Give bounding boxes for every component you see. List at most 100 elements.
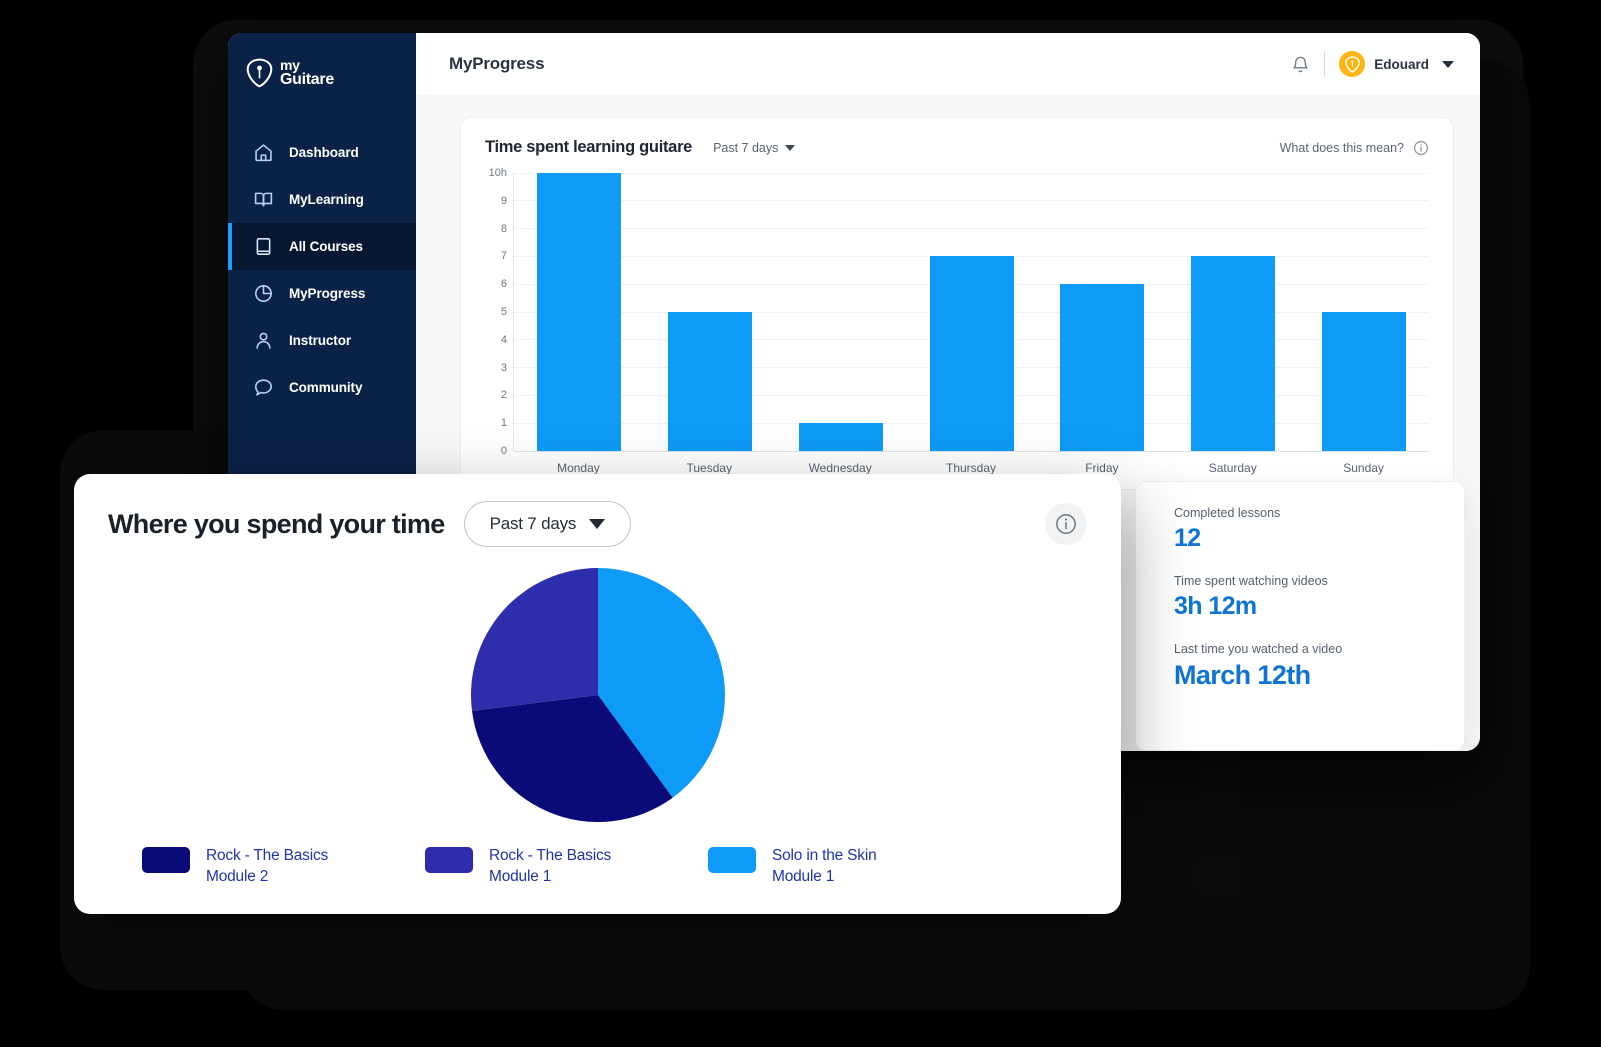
sidebar-item-instructor[interactable]: Instructor xyxy=(228,317,416,364)
bar[interactable] xyxy=(668,312,752,451)
range-selector[interactable]: Past 7 days xyxy=(713,141,795,155)
where-you-spend-time-modal: Where you spend your time Past 7 days Ro… xyxy=(74,474,1121,914)
stat-label: Time spent watching videos xyxy=(1174,574,1464,588)
x-axis-label: Thursday xyxy=(906,461,1037,475)
sidebar-item-label: Dashboard xyxy=(289,145,359,160)
brand-wordmark: my Guitare xyxy=(280,58,334,87)
user-name: Edouard xyxy=(1374,57,1429,72)
bar[interactable] xyxy=(1322,312,1406,451)
x-axis-label: Saturday xyxy=(1167,461,1298,475)
legend-item[interactable]: Rock - The BasicsModule 2 xyxy=(142,845,425,887)
bar-column[interactable] xyxy=(775,173,906,451)
y-axis-tick: 10h xyxy=(489,167,507,179)
x-axis-label: Friday xyxy=(1036,461,1167,475)
bar-column[interactable] xyxy=(906,173,1037,451)
card-title: Time spent learning guitare xyxy=(485,138,692,157)
plot-area xyxy=(513,173,1429,451)
card-header: Time spent learning guitare Past 7 days … xyxy=(485,138,1429,157)
range-selector[interactable]: Past 7 days xyxy=(464,501,632,547)
legend-item[interactable]: Solo in the SkinModule 1 xyxy=(708,845,991,887)
range-selector-label: Past 7 days xyxy=(713,141,778,155)
info-icon xyxy=(1413,140,1429,156)
legend-label: Rock - The BasicsModule 2 xyxy=(206,845,328,887)
sidebar-item-label: MyLearning xyxy=(289,192,364,207)
stat-label: Last time you watched a video xyxy=(1174,642,1464,656)
person-icon xyxy=(253,330,274,351)
time-spent-card: Time spent learning guitare Past 7 days … xyxy=(460,117,1454,490)
x-axis-label: Wednesday xyxy=(775,461,906,475)
avatar xyxy=(1339,51,1365,77)
sidebar-item-label: MyProgress xyxy=(289,286,365,301)
y-axis-tick: 7 xyxy=(501,250,507,262)
bar[interactable] xyxy=(537,173,621,451)
legend-course: Rock - The Basics xyxy=(489,847,611,864)
range-selector-label: Past 7 days xyxy=(490,514,577,534)
top-bar: MyProgress Edouard xyxy=(416,33,1480,95)
x-axis-label: Monday xyxy=(513,461,644,475)
bar[interactable] xyxy=(799,423,883,451)
stat-item: Completed lessons 12 xyxy=(1174,506,1464,553)
bar-column[interactable] xyxy=(645,173,776,451)
sidebar-item-community[interactable]: Community xyxy=(228,364,416,411)
brand-line-2: Guitare xyxy=(280,73,334,88)
x-axis: MondayTuesdayWednesdayThursdayFridaySatu… xyxy=(513,451,1429,475)
bell-icon[interactable] xyxy=(1291,54,1310,75)
user-menu[interactable]: Edouard xyxy=(1339,51,1454,77)
sidebar-item-myprogress[interactable]: MyProgress xyxy=(228,270,416,317)
guitar-pick-icon xyxy=(246,58,273,88)
legend-swatch xyxy=(425,847,473,873)
stat-label: Completed lessons xyxy=(1174,506,1464,520)
open-book-icon xyxy=(253,189,274,210)
y-axis-tick: 5 xyxy=(501,306,507,318)
legend-course: Rock - The Basics xyxy=(206,847,328,864)
y-axis-tick: 9 xyxy=(501,195,507,207)
stat-value: 3h 12m xyxy=(1174,592,1464,621)
y-axis-tick: 8 xyxy=(501,223,507,235)
sidebar-item-dashboard[interactable]: Dashboard xyxy=(228,129,416,176)
chat-bubble-icon xyxy=(253,377,274,398)
bar-column[interactable] xyxy=(1168,173,1299,451)
chevron-down-icon xyxy=(589,519,605,529)
sidebar-item-mylearning[interactable]: MyLearning xyxy=(228,176,416,223)
chevron-down-icon xyxy=(1442,61,1454,68)
info-button[interactable] xyxy=(1045,503,1087,545)
stat-value: 12 xyxy=(1174,524,1464,553)
pie-chart-icon xyxy=(253,283,274,304)
bar-column[interactable] xyxy=(514,173,645,451)
stat-item: Time spent watching videos 3h 12m xyxy=(1174,574,1464,621)
x-axis-label: Tuesday xyxy=(644,461,775,475)
y-axis-tick: 2 xyxy=(501,389,507,401)
y-axis-tick: 4 xyxy=(501,334,507,346)
bar[interactable] xyxy=(1191,256,1275,451)
pie-slice[interactable] xyxy=(471,568,598,711)
stats-panel: Completed lessons 12 Time spent watching v… xyxy=(1135,481,1465,751)
modal-header: Where you spend your time Past 7 days xyxy=(108,501,1087,547)
legend-label: Rock - The BasicsModule 1 xyxy=(489,845,611,887)
bars-container xyxy=(514,173,1429,451)
pie-legend: Rock - The BasicsModule 2Rock - The Basi… xyxy=(108,845,1087,887)
bar[interactable] xyxy=(930,256,1014,451)
help-link-label: What does this mean? xyxy=(1280,141,1404,155)
bar-chart: 012345678910h xyxy=(485,173,1429,451)
legend-item[interactable]: Rock - The BasicsModule 1 xyxy=(425,845,708,887)
backdrop-frame-corner xyxy=(1150,890,1500,1010)
legend-swatch xyxy=(708,847,756,873)
bar-column[interactable] xyxy=(1298,173,1429,451)
help-link[interactable]: What does this mean? xyxy=(1280,140,1429,156)
sidebar-nav: Dashboard MyLearning All Courses xyxy=(228,129,416,411)
y-axis-tick: 6 xyxy=(501,278,507,290)
y-axis-tick: 3 xyxy=(501,362,507,374)
y-axis-tick: 0 xyxy=(501,445,507,457)
sidebar-item-label: Instructor xyxy=(289,333,351,348)
legend-course: Solo in the Skin xyxy=(772,847,877,864)
chevron-down-icon xyxy=(785,145,795,151)
bar[interactable] xyxy=(1060,284,1144,451)
brand-logo[interactable]: my Guitare xyxy=(228,33,416,95)
bar-column[interactable] xyxy=(1037,173,1168,451)
modal-title: Where you spend your time xyxy=(108,509,445,540)
x-axis-label: Sunday xyxy=(1298,461,1429,475)
book-icon xyxy=(253,236,274,257)
info-icon xyxy=(1055,513,1077,535)
sidebar-item-all-courses[interactable]: All Courses xyxy=(228,223,416,270)
sidebar-item-label: Community xyxy=(289,380,362,395)
